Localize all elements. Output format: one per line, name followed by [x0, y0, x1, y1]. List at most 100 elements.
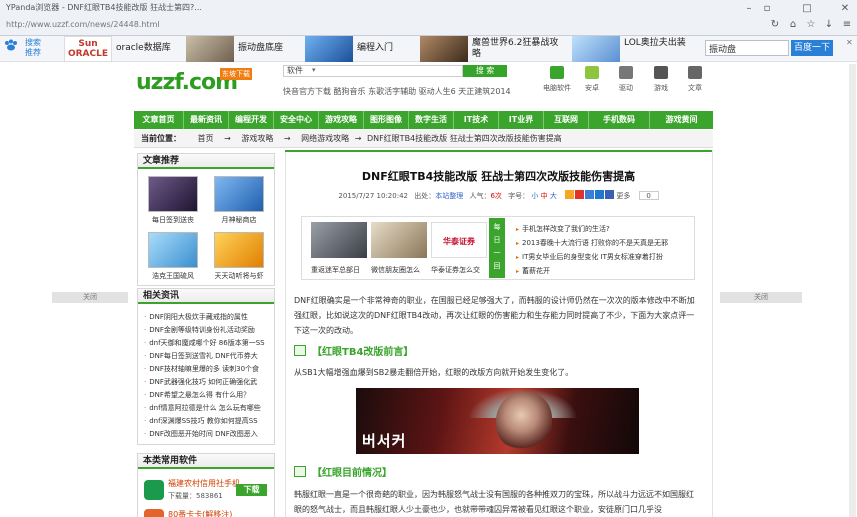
ad-item[interactable]: 编程入门 [305, 36, 417, 62]
ad-item[interactable]: Sun ORACLE oracle数据库 [64, 36, 184, 62]
share-more-icon[interactable] [605, 190, 615, 199]
article-top-border [285, 150, 712, 152]
news-link[interactable]: DNF每日签到送雪礼 DNF代币券大 [144, 351, 258, 361]
chevron-down-icon[interactable]: ▾ [312, 66, 316, 74]
recommend-item[interactable]: 浩克王国硫风 [142, 232, 204, 281]
edit-icon [294, 345, 306, 356]
minimize-icon[interactable]: – [742, 2, 756, 16]
nav-item[interactable]: 文章首页 [134, 111, 183, 129]
weibo-icon[interactable] [575, 190, 585, 199]
ad-item[interactable]: 魔兽世界6.2狂暴战攻略 [420, 36, 568, 62]
breadcrumb-link[interactable]: 首页 [198, 134, 214, 143]
news-link[interactable]: DNF武器强化技巧 如何正确强化武 [144, 377, 257, 387]
ad-thumbnail [186, 36, 234, 62]
news-link[interactable]: dnf情意阿拉德是什么 怎么玩有哪些 [144, 403, 261, 413]
recommend-item[interactable]: 天天动听将与虾 [208, 232, 270, 281]
close-icon[interactable]: ✕ [846, 38, 853, 47]
ad-item[interactable]: LOL奥拉夫出装 [572, 36, 698, 62]
news-link[interactable]: DNF改图恶开始时间 DNF改图恶入 [144, 429, 258, 439]
share-count: 0 [638, 191, 659, 200]
scrollbar[interactable] [849, 64, 856, 517]
app-icon [144, 509, 164, 517]
nav-pc-software[interactable]: 电脑软件 [543, 66, 571, 93]
main-nav: 文章首页 最新资讯 编程开发 安全中心 游戏攻略 图形图像 数字生活 IT技术 … [134, 111, 713, 129]
featured-thumbnail[interactable]: 华泰证券 [431, 222, 487, 258]
nav-item[interactable]: 编程开发 [229, 111, 273, 129]
breadcrumb-current: DNF红眼TB4技能改版 狂战士第四次改版技能伤害提高 [366, 134, 562, 143]
address-bar[interactable]: http://www.uzzf.com/news/24448.html [6, 18, 706, 32]
breadcrumb: 当前位置： 首页 → 游戏攻略 → 网络游戏攻略 → DNF红眼TB4技能改版 … [134, 130, 713, 148]
nav-games[interactable]: 游戏 [647, 66, 675, 93]
daily-tag: 每 日 一 回 [489, 218, 505, 278]
font-big-button[interactable]: 大 [550, 192, 557, 200]
breadcrumb-link[interactable]: 网络游戏攻略 [301, 134, 349, 143]
qzone-icon[interactable] [565, 190, 575, 199]
baidu-search-button[interactable]: 百度一下 [791, 40, 833, 56]
daily-link[interactable]: 2013春晚十大流行语 打败你的不是天真是无邪 [516, 238, 668, 248]
box-title: 文章推荐 [138, 154, 274, 169]
window-title: YPanda浏览器 - DNF红眼TB4技能改版 狂战士第四?... [6, 3, 202, 12]
featured-thumbnail[interactable] [371, 222, 427, 258]
paw-icon [4, 39, 18, 51]
download-button[interactable]: 下载 [236, 484, 267, 496]
daily-link[interactable]: 蓄薪花开 [516, 266, 550, 276]
nav-item[interactable]: 数字生活 [409, 111, 453, 129]
featured-thumbnail[interactable] [311, 222, 367, 258]
nav-item[interactable]: 互联网 [544, 111, 588, 129]
nav-android[interactable]: 安卓 [578, 66, 606, 93]
nav-item[interactable]: IT技术 [454, 111, 498, 129]
left-close-button[interactable]: 关闭 [52, 292, 128, 303]
download-icon[interactable]: ↓ [822, 18, 836, 32]
ad-thumbnail [572, 36, 620, 62]
pc-icon [550, 66, 564, 79]
app-icon [144, 480, 164, 500]
driver-icon [619, 66, 633, 79]
nav-item[interactable]: 游戏攻略 [319, 111, 363, 129]
software-name[interactable]: 80番卡卡(解移注) [168, 509, 232, 517]
nav-item[interactable]: 最新资讯 [184, 111, 228, 129]
qq-icon[interactable] [585, 190, 595, 199]
nav-item[interactable]: IT业界 [499, 111, 543, 129]
daily-link[interactable]: IT男女毕业后的身型变化 IT男女标准穿着打扮 [516, 252, 663, 262]
daily-link[interactable]: 手机怎样改变了我们的生活? [516, 224, 610, 234]
baidu-search-input[interactable]: 振动盘 [705, 40, 789, 56]
news-link[interactable]: DNF金剧等级特训身份礼活动奖励 [144, 325, 255, 335]
nav-driver[interactable]: 驱动 [612, 66, 640, 93]
recommend-box: 文章推荐 每日签到送丧 月神秘商店 浩克王国硫风 天天动听将与虾 [137, 153, 275, 286]
font-small-button[interactable]: 小 [531, 192, 538, 200]
thumbnail [148, 176, 198, 212]
software-name[interactable]: 福建农村信用社手机 [168, 478, 240, 489]
hot-search-words[interactable]: 快音官方下载 酷狗音乐 东歌活字辅助 驱动人生6 天正建筑2014 [283, 86, 511, 97]
close-icon[interactable]: ✕ [838, 2, 852, 16]
recommend-item[interactable]: 月神秘商店 [208, 176, 270, 225]
nav-articles[interactable]: 文章 [681, 66, 709, 93]
font-mid-button[interactable]: 中 [541, 192, 548, 200]
article-icon [688, 66, 702, 79]
source-link[interactable]: 本站整理 [435, 192, 463, 200]
news-link[interactable]: DNF希望之悬怎么得 有什么用？ [144, 390, 250, 400]
site-search-input[interactable]: 软件 [283, 65, 463, 77]
breadcrumb-link[interactable]: 游戏攻略 [241, 134, 273, 143]
news-link[interactable]: DNF技材轴嘛里爆的多 读刺30个食 [144, 364, 259, 374]
maximize-icon[interactable]: □ [800, 2, 814, 16]
refresh-icon[interactable]: ↻ [768, 18, 782, 32]
browser-titlebar: YPanda浏览器 - DNF红眼TB4技能改版 狂战士第四?... http:… [0, 0, 857, 36]
site-search-button[interactable]: 搜 索 [463, 65, 507, 77]
site-logo[interactable]: uzzf.com 东坡下载 [136, 66, 262, 102]
nav-item[interactable]: 安全中心 [274, 111, 318, 129]
star-icon[interactable]: ☆ [804, 18, 818, 32]
restore-icon[interactable]: ▫ [760, 2, 774, 16]
right-close-button[interactable]: 关闭 [720, 292, 802, 303]
news-link[interactable]: dnf天御和魔咸哪个好 86版本第一SS [144, 338, 264, 348]
nav-item[interactable]: 手机数码 [589, 111, 649, 129]
home-icon[interactable]: ⌂ [786, 18, 800, 32]
ad-item[interactable]: 振动盘底座 [186, 36, 306, 62]
nav-item[interactable]: 图形图像 [364, 111, 408, 129]
menu-icon[interactable]: ≡ [840, 18, 854, 32]
renren-icon[interactable] [595, 190, 605, 199]
ad-thumbnail [420, 36, 468, 62]
news-link[interactable]: DNF阴阳大极炊手藏戒指的属性 [144, 312, 248, 322]
news-link[interactable]: dnf深渊爆SS技巧 教你如何提高SS [144, 416, 257, 426]
recommend-item[interactable]: 每日签到送丧 [142, 176, 204, 225]
nav-item[interactable]: 游戏黄间 [650, 111, 713, 129]
